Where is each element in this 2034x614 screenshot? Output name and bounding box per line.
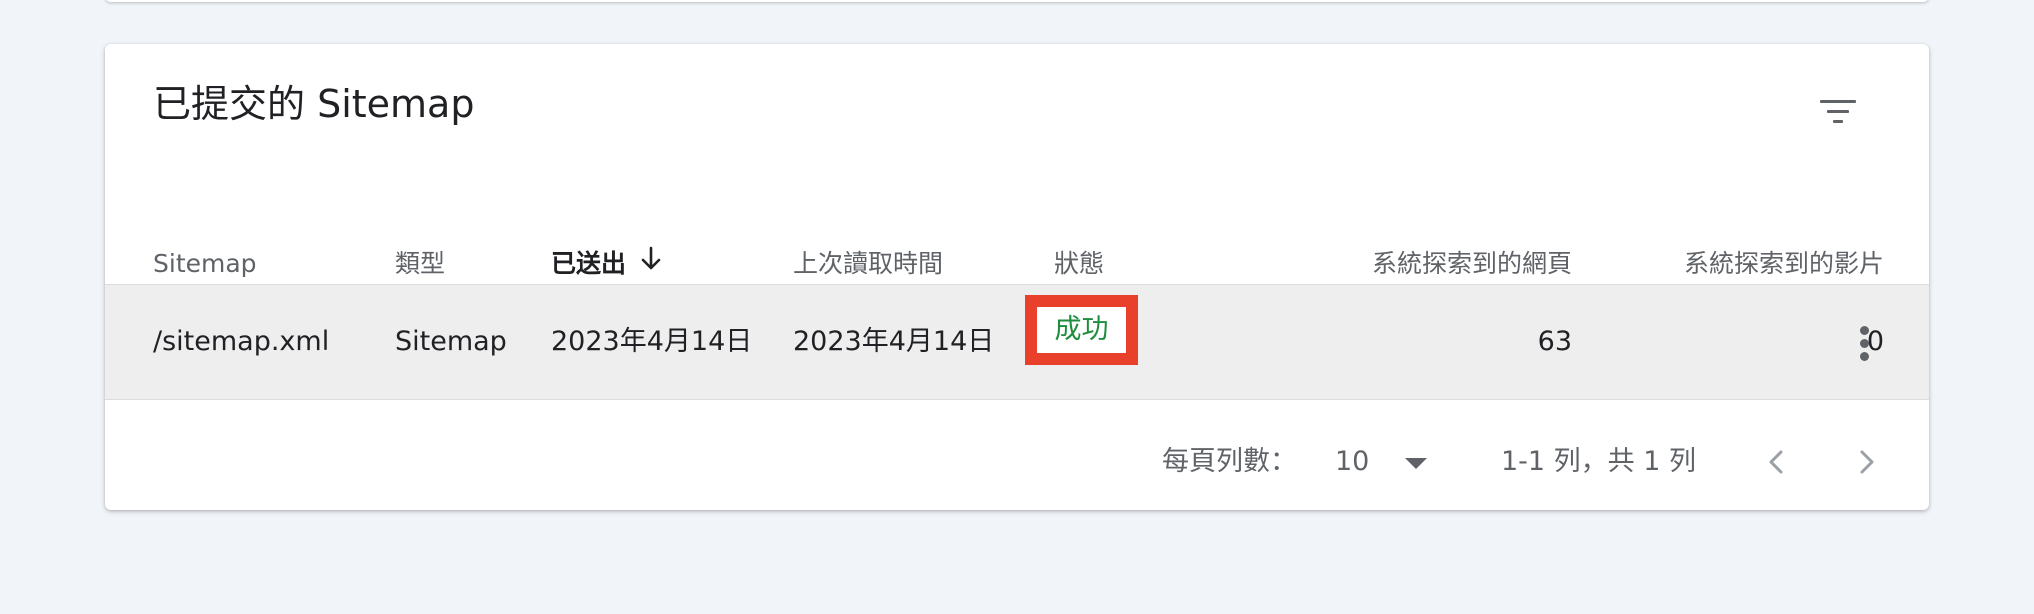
submitted-sitemaps-card: 已提交的 Sitemap Sitemap 類型 已送出 上次讀取時間 狀態 系統… xyxy=(105,44,1929,510)
rows-per-page-label: 每頁列數： xyxy=(1162,446,1297,477)
rows-per-page-value: 10 xyxy=(1335,446,1370,477)
rows-per-page-select[interactable]: 10 xyxy=(1335,434,1445,490)
column-header-submitted-label: 已送出 xyxy=(551,249,627,278)
status-highlight: 成功 xyxy=(1025,295,1138,365)
pagination-range: 1-1 列，共 1 列 xyxy=(1501,446,1697,477)
more-vert-icon[interactable] xyxy=(1845,312,1885,372)
filter-icon[interactable] xyxy=(1806,80,1870,144)
chevron-right-icon[interactable] xyxy=(1838,434,1894,490)
status-badge: 成功 xyxy=(1037,307,1126,353)
chevron-left-icon[interactable] xyxy=(1749,434,1805,490)
previous-card-edge xyxy=(105,0,1929,2)
cell-type: Sitemap xyxy=(395,326,507,357)
cell-last-read: 2023年4月14日 xyxy=(793,326,995,357)
table-row[interactable]: /sitemap.xml Sitemap 2023年4月14日 2023年4月1… xyxy=(105,284,1929,400)
cell-sitemap: /sitemap.xml xyxy=(153,326,330,357)
cell-submitted: 2023年4月14日 xyxy=(551,326,753,357)
card-title: 已提交的 Sitemap xyxy=(153,82,475,126)
cell-discovered-videos: 0 xyxy=(1866,326,1884,357)
dropdown-arrow-icon xyxy=(1405,458,1427,469)
